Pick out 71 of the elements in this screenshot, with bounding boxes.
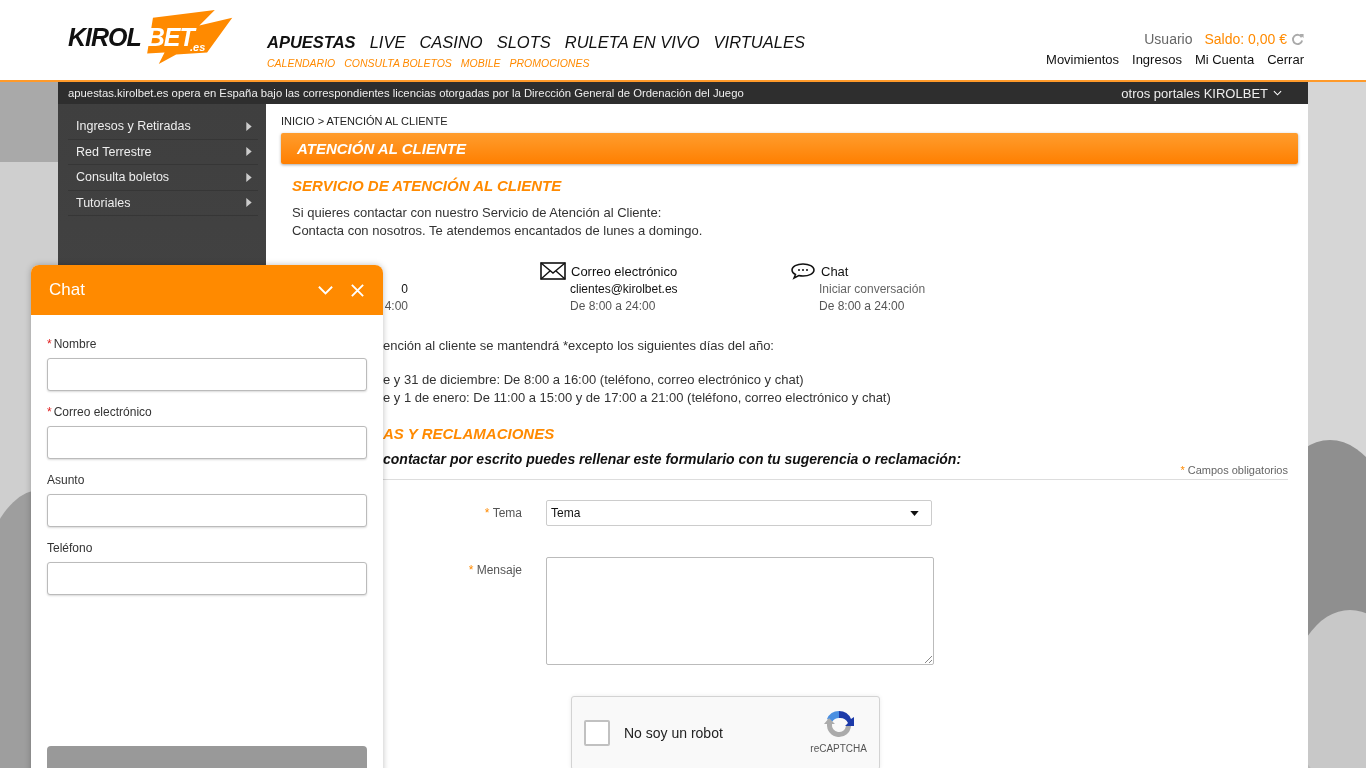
intro-text: Si quieres contactar con nuestro Servicio de Atención al Cliente:: [292, 204, 663, 222]
field-label: Mensaje: [476, 563, 522, 577]
contact-detail[interactable]: Iniciar conversación: [819, 281, 1040, 298]
nav-tab[interactable]: RULETA EN VIVO: [564, 33, 700, 52]
recaptcha-icon: [822, 708, 855, 740]
nav-tab[interactable]: CASINO: [419, 33, 483, 52]
sidebar-item[interactable]: Tutoriales: [68, 190, 258, 216]
contact-title: Chat: [821, 263, 849, 279]
arrow-right-icon: [246, 172, 252, 182]
field-label: Nombre: [53, 337, 97, 351]
sidebar-item[interactable]: Ingresos y Retiradas: [68, 114, 258, 140]
captcha-checkbox[interactable]: [584, 720, 610, 746]
speech-bubble-icon: [790, 262, 816, 280]
section-title: SERVICIO DE ATENCIÓN AL CLIENTE: [292, 177, 563, 194]
sidebar-item[interactable]: Consulta boletos: [68, 165, 258, 191]
account-link[interactable]: Movimientos: [1046, 52, 1120, 67]
input-field[interactable]: [47, 494, 367, 527]
required-mark: *: [47, 337, 52, 351]
contact-detail: 0: [400, 281, 408, 298]
field-label: Correo electrónico: [53, 405, 152, 419]
arrow-right-icon: [246, 121, 252, 131]
username-label: Usuario: [1144, 31, 1193, 47]
envelope-icon: [540, 262, 566, 280]
required-note: Campos obligatorios: [1187, 464, 1288, 476]
contact-hours: 4:00: [383, 298, 408, 315]
chevron-down-icon[interactable]: [1273, 90, 1282, 96]
arrow-right-icon: [246, 147, 252, 157]
field-label: Asunto: [47, 473, 85, 487]
required-mark: *: [468, 563, 474, 577]
field-label: Tema: [492, 506, 522, 520]
required-mark: *: [47, 405, 52, 419]
nav-tab[interactable]: APUESTAS: [267, 33, 356, 52]
license-notice: apuestas.kirolbet.es opera en España bajo las correspondientes licencias otorgadas por la Dirección General de Ordenación del Juego: [68, 87, 744, 99]
recaptcha-brand: reCAPTCHA: [810, 743, 867, 754]
exception-day: e y 31 de diciembre: De 8:00 a 16:00 (teléfono, correo electrónico y chat): [383, 371, 1288, 389]
topic-select[interactable]: Tema: [546, 500, 932, 526]
page-title: ATENCIÓN AL CLIENTE: [297, 140, 466, 157]
contact-detail: clientes@kirolbet.es: [570, 281, 679, 298]
account-link[interactable]: Ingresos: [1132, 52, 1182, 67]
breadcrumb: INICIO > ATENCIÓN AL CLIENTE: [281, 115, 449, 129]
nav-tab[interactable]: VIRTUALES: [713, 33, 805, 52]
required-mark: *: [484, 506, 490, 520]
portals-dropdown[interactable]: otros portales KIROLBET: [1121, 85, 1282, 101]
input-field[interactable]: [47, 426, 367, 459]
sidebar-item[interactable]: Red Terrestre: [68, 139, 258, 165]
exceptions-text: ención al cliente se mantendrá *excepto los siguientes días del año:: [383, 338, 775, 353]
exception-day: e y 1 de enero: De 11:00 a 15:00 y de 17:00 a 21:00 (teléfono, correo electrónico y chat): [383, 389, 1288, 407]
input-field[interactable]: [47, 358, 367, 391]
balance-label: Saldo: 0,00 €: [1204, 31, 1287, 47]
arrow-right-icon: [246, 198, 252, 208]
required-mark: *: [1180, 464, 1185, 476]
section-title: AS Y RECLAMACIONES: [383, 425, 556, 442]
close-icon[interactable]: [349, 282, 366, 298]
account-link[interactable]: Mi Cuenta: [1194, 52, 1255, 67]
message-field[interactable]: [546, 557, 934, 665]
caret-icon: [910, 510, 919, 516]
chat-title: Chat: [49, 280, 85, 300]
captcha-label: No soy un robot: [624, 725, 723, 741]
resize-grip-icon[interactable]: [924, 655, 932, 663]
intro-text: Contacta con nosotros. Te atendemos encantados de lunes a domingo.: [292, 222, 704, 240]
field-label: Teléfono: [47, 541, 93, 555]
chat-button[interactable]: [47, 746, 367, 768]
input-field[interactable]: [47, 562, 367, 595]
contact-hours: De 8:00 a 24:00: [570, 298, 657, 315]
refresh-icon[interactable]: [1291, 32, 1304, 46]
contact-title: Correo electrónico: [571, 263, 678, 279]
account-link[interactable]: Cerrar: [1267, 52, 1304, 67]
nav-tab[interactable]: SLOTS: [496, 33, 551, 52]
form-lead: contactar por escrito puedes rellenar este formulario con tu sugerencia o reclamación:: [383, 451, 963, 467]
contact-hours: De 8:00 a 24:00: [819, 298, 906, 315]
nav-tab[interactable]: LIVE: [369, 33, 406, 52]
